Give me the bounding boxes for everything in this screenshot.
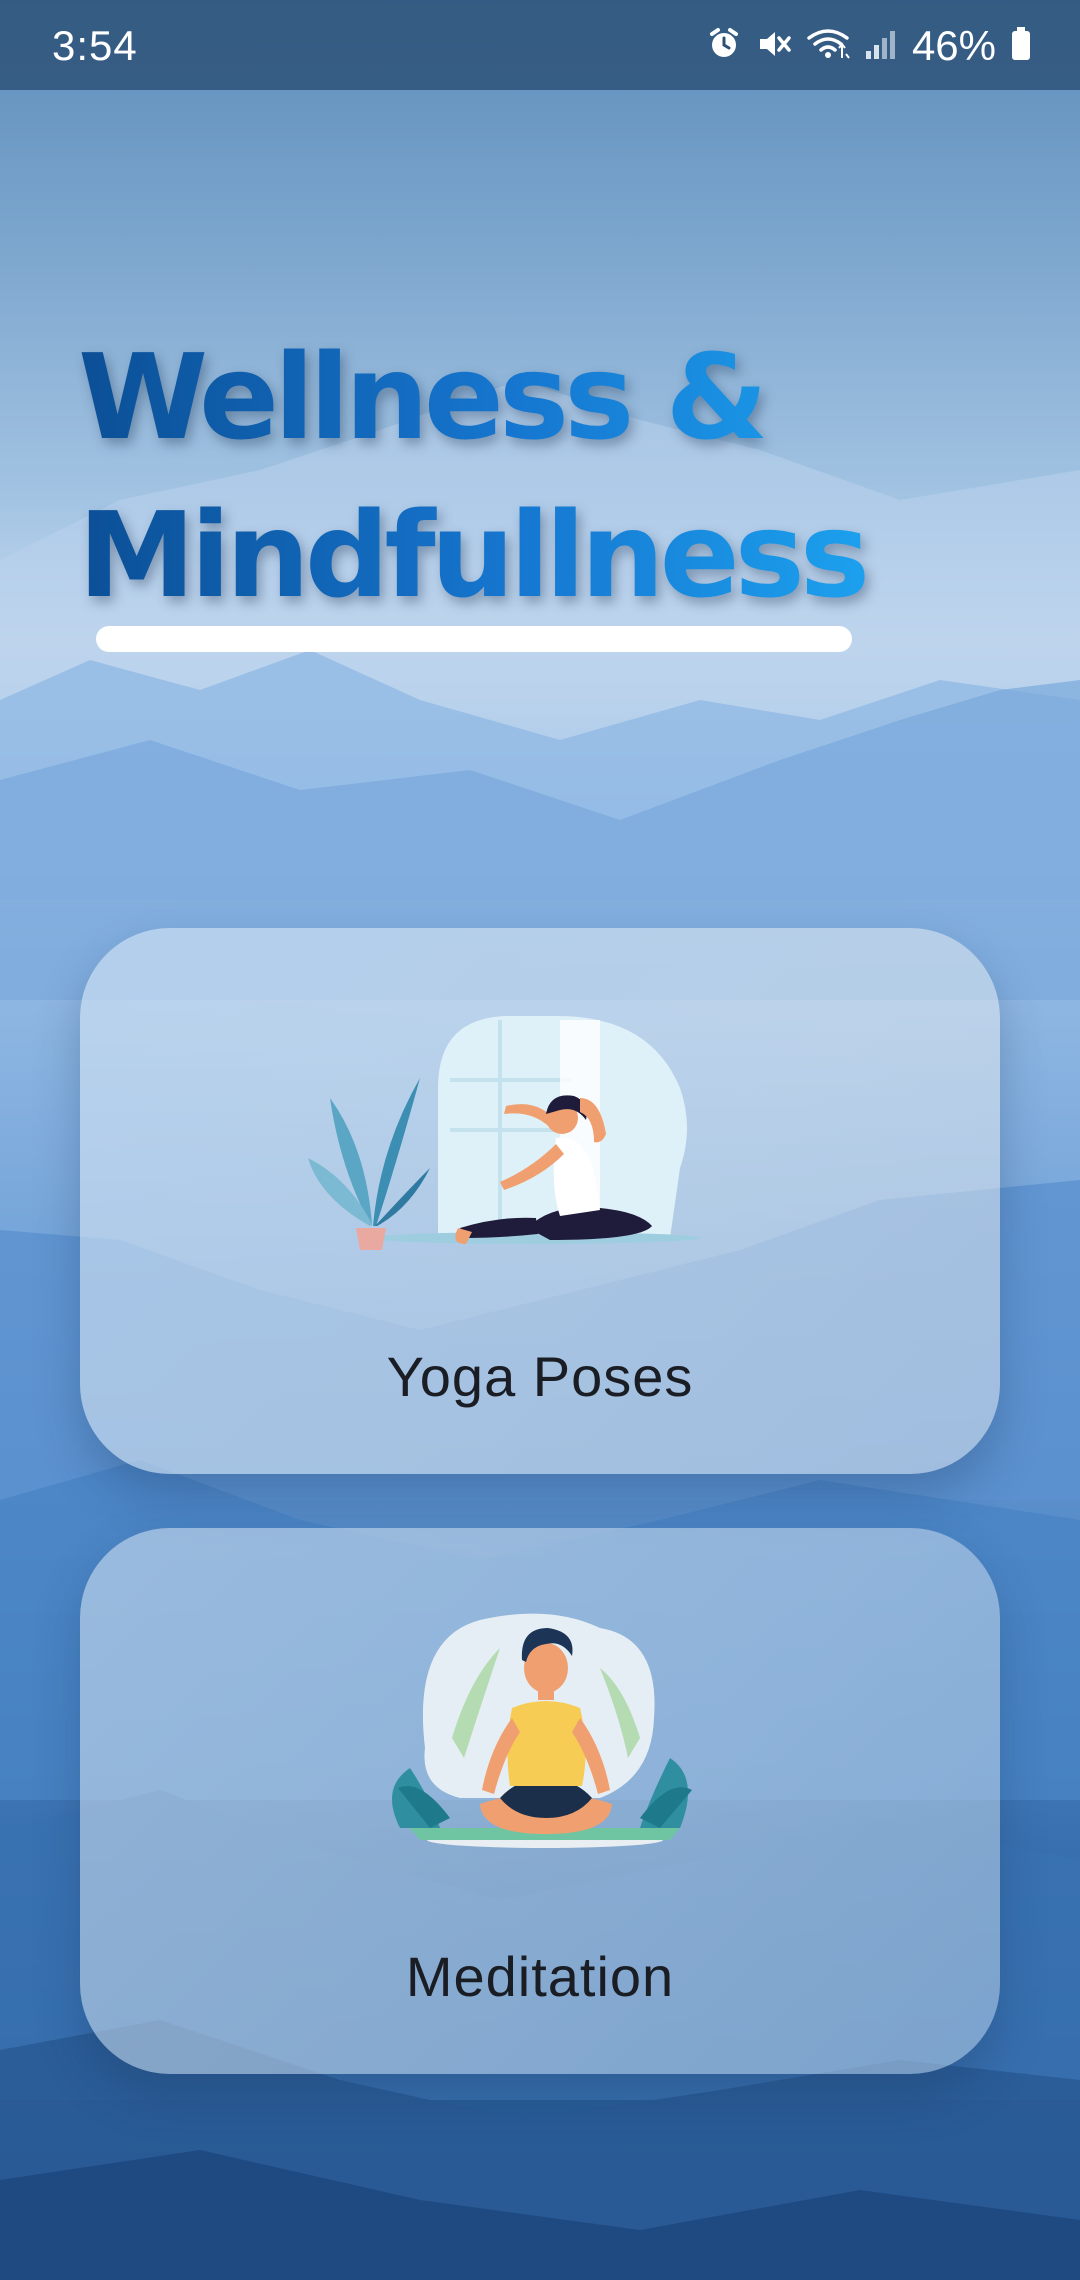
status-time: 3:54: [52, 22, 138, 69]
alarm-icon: [706, 26, 742, 67]
meditation-card[interactable]: Meditation: [80, 1528, 1000, 2074]
status-icons: 46%: [706, 18, 1032, 74]
yoga-poses-card[interactable]: Yoga Poses: [80, 928, 1000, 1474]
title-divider: [96, 626, 852, 652]
title-line-2: Mindfullness: [78, 486, 866, 624]
battery-icon: [1010, 26, 1032, 67]
mute-icon: [756, 26, 792, 67]
signal-icon: [864, 27, 898, 66]
meditation-label: Meditation: [405, 1945, 675, 2008]
status-bar: 3:54 46%: [0, 0, 1080, 90]
wifi-icon: [806, 26, 850, 67]
title-line-1: Wellness &: [78, 328, 764, 466]
page-title: Wellness & Mindfullness: [78, 318, 865, 634]
yoga-poses-label: Yoga Poses: [386, 1345, 694, 1408]
battery-percentage: 46%: [911, 22, 996, 69]
app-screen: 3:54 46% Wellness & Mindfullness Yoga Po…: [0, 0, 1080, 2280]
